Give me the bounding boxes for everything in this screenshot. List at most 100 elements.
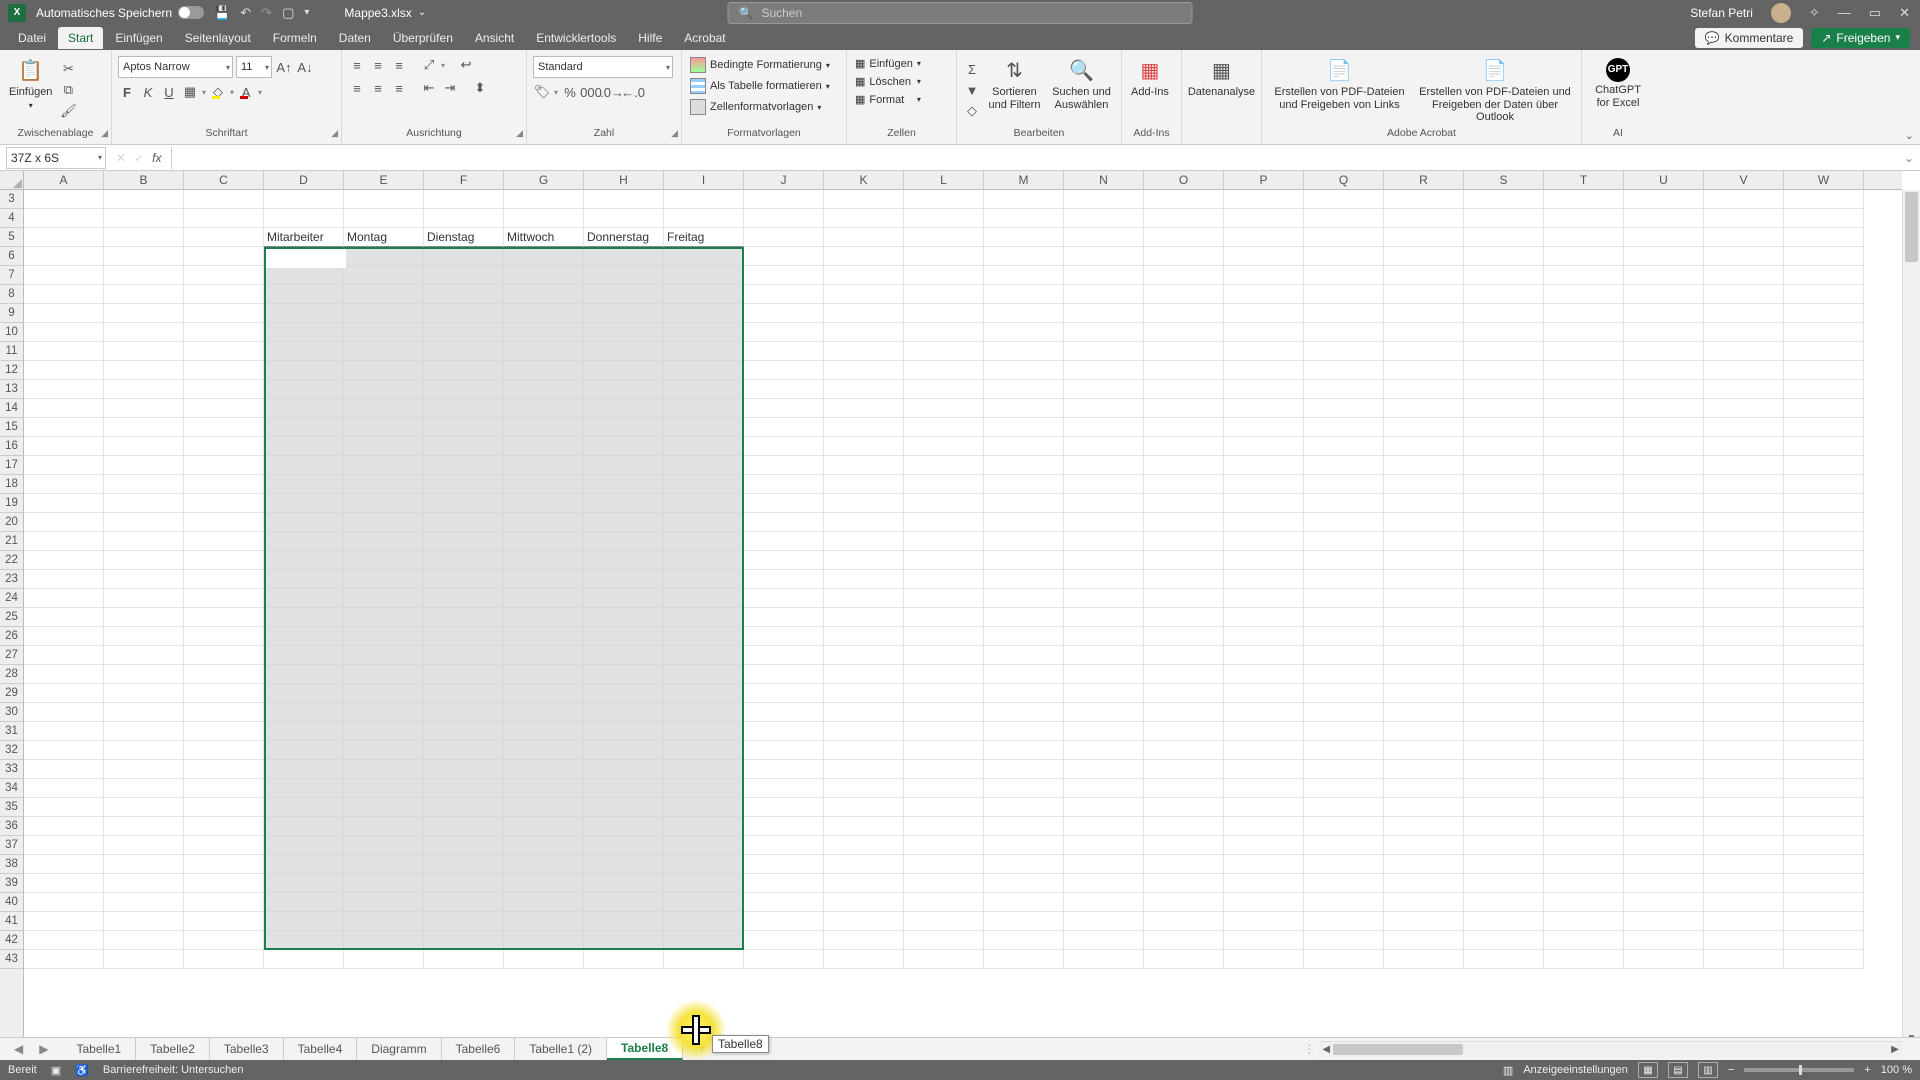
cell[interactable] [744,627,824,646]
cell[interactable] [1064,285,1144,304]
row-header[interactable]: 39 [0,874,23,893]
row-header[interactable]: 31 [0,722,23,741]
cell[interactable] [1784,798,1864,817]
cell[interactable] [1304,247,1384,266]
accessibility-icon[interactable]: ♿ [75,1064,89,1077]
cell[interactable] [984,551,1064,570]
cell[interactable] [1784,893,1864,912]
cell[interactable] [1464,570,1544,589]
cell[interactable] [1544,342,1624,361]
cell[interactable] [1544,646,1624,665]
accessibility-label[interactable]: Barrierefreiheit: Untersuchen [103,1064,244,1076]
cell[interactable] [1224,190,1304,209]
cell[interactable] [824,627,904,646]
cell[interactable] [1224,912,1304,931]
cell[interactable] [664,665,744,684]
display-settings-label[interactable]: Anzeigeeinstellungen [1523,1064,1628,1076]
cell[interactable] [344,722,424,741]
cell[interactable] [1784,247,1864,266]
cell[interactable] [104,266,184,285]
cell[interactable] [1784,361,1864,380]
cell[interactable] [1464,627,1544,646]
save-icon[interactable]: 💾 [214,5,230,21]
cell[interactable] [904,931,984,950]
cell[interactable] [1144,893,1224,912]
cell[interactable] [184,874,264,893]
cell[interactable] [184,665,264,684]
cell[interactable] [1064,304,1144,323]
cell[interactable] [744,646,824,665]
cell[interactable] [1224,304,1304,323]
cell[interactable] [504,494,584,513]
cell[interactable] [1464,950,1544,969]
cell[interactable] [264,931,344,950]
cell[interactable] [264,532,344,551]
cell[interactable] [824,779,904,798]
cell[interactable] [504,760,584,779]
percent-icon[interactable]: % [561,83,579,101]
cell[interactable] [344,836,424,855]
cell[interactable] [1064,817,1144,836]
cell[interactable] [1064,893,1144,912]
cell[interactable] [664,798,744,817]
cell[interactable] [424,684,504,703]
cell[interactable] [1624,380,1704,399]
cell[interactable] [344,874,424,893]
cell[interactable] [664,760,744,779]
cell[interactable] [664,570,744,589]
cell[interactable] [1704,456,1784,475]
row-header[interactable]: 32 [0,741,23,760]
cell[interactable] [424,285,504,304]
cell[interactable] [1704,190,1784,209]
cell[interactable] [1624,304,1704,323]
cell[interactable] [1304,703,1384,722]
cell[interactable] [1704,342,1784,361]
cell[interactable] [1624,836,1704,855]
cell[interactable] [424,190,504,209]
cell[interactable] [1624,931,1704,950]
column-header[interactable]: S [1464,171,1544,189]
cell[interactable] [1384,266,1464,285]
cell[interactable] [984,342,1064,361]
cell[interactable] [1544,684,1624,703]
column-header[interactable]: A [24,171,104,189]
cell[interactable] [1224,551,1304,570]
cell[interactable] [744,475,824,494]
cell[interactable] [984,399,1064,418]
cell[interactable]: Dienstag [424,228,504,247]
cell[interactable] [1544,836,1624,855]
cell[interactable] [824,722,904,741]
format-cells-button[interactable]: ▦Format▾ [853,92,923,107]
cell[interactable] [1144,912,1224,931]
cell[interactable] [24,741,104,760]
cell[interactable] [1464,456,1544,475]
cell[interactable] [1304,266,1384,285]
cell[interactable] [824,247,904,266]
cell[interactable] [1544,437,1624,456]
cell[interactable] [744,418,824,437]
cell[interactable] [1304,646,1384,665]
cell[interactable] [1544,228,1624,247]
dialog-launcher-icon[interactable]: ◢ [331,128,338,139]
cell[interactable] [584,437,664,456]
cell[interactable] [984,570,1064,589]
cell[interactable] [24,437,104,456]
cell[interactable] [1544,874,1624,893]
cell[interactable] [24,627,104,646]
cell[interactable] [1304,285,1384,304]
row-header[interactable]: 28 [0,665,23,684]
cell[interactable] [1144,760,1224,779]
sync-icon[interactable]: ✧ [1809,5,1820,21]
cell[interactable] [104,228,184,247]
cell[interactable] [1544,893,1624,912]
cell[interactable] [504,836,584,855]
cell[interactable] [1464,836,1544,855]
sheet-nav-prev-icon[interactable]: ◀ [14,1042,23,1056]
cell[interactable] [984,589,1064,608]
cell[interactable] [1384,323,1464,342]
cell[interactable]: Freitag [664,228,744,247]
fill-color-icon[interactable]: ◇ [209,83,227,101]
cell[interactable] [1144,646,1224,665]
cell[interactable] [1224,741,1304,760]
cell[interactable] [1384,361,1464,380]
